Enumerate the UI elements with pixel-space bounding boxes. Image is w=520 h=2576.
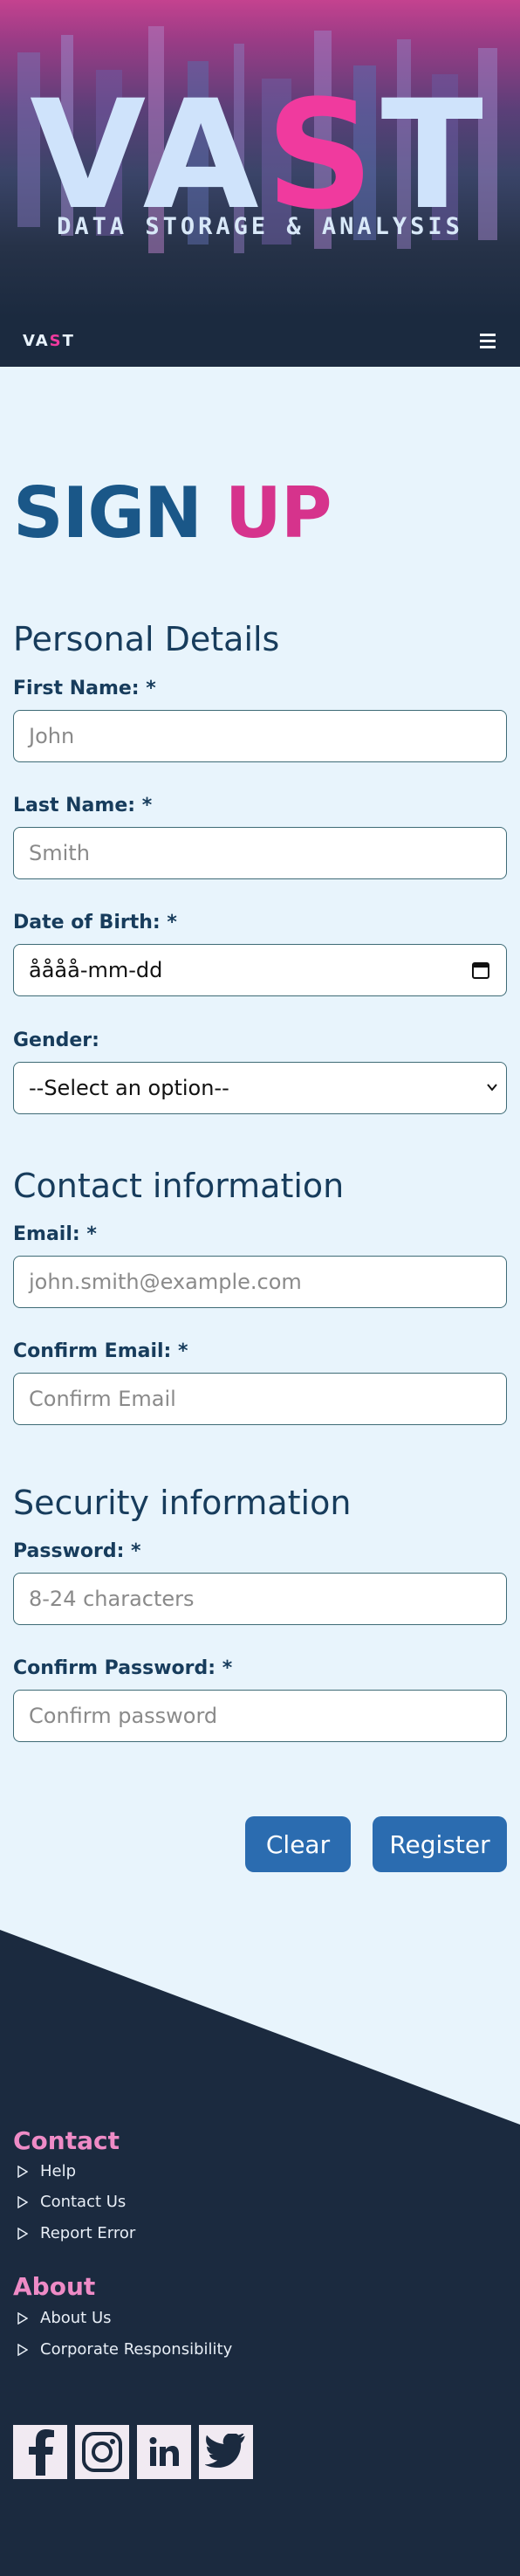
footer-contact-heading: Contact (13, 2126, 120, 2155)
footer-link-label: Report Error (40, 2224, 136, 2242)
footer-link-contact-us[interactable]: Contact Us (17, 2194, 126, 2210)
footer-link-label: Corporate Responsibility (40, 2340, 233, 2359)
gender-selected-option: --Select an option-- (29, 1076, 229, 1100)
password-input[interactable]: 8-24 characters (13, 1573, 507, 1625)
footer-link-about-us[interactable]: About Us (17, 2311, 112, 2326)
last-name-label: Last Name: * (13, 795, 153, 816)
triangle-right-icon (17, 2166, 28, 2178)
footer-link-report-error[interactable]: Report Error (17, 2226, 135, 2242)
first-name-placeholder: John (29, 724, 75, 748)
facebook-icon[interactable] (13, 2425, 67, 2479)
footer-link-label: Contact Us (40, 2193, 127, 2211)
personal-details-heading: Personal Details (13, 620, 280, 658)
hero-logo: VAST (30, 67, 490, 243)
email-input[interactable]: john.smith@example.com (13, 1256, 507, 1308)
last-name-input[interactable]: Smith (13, 827, 507, 879)
page-title: SIGN UP (13, 472, 332, 554)
date-of-birth-input[interactable]: åååå-mm-dd (13, 944, 507, 996)
navbar: VAST (0, 317, 520, 367)
linkedin-icon[interactable] (137, 2425, 191, 2479)
contact-information-heading: Contact information (13, 1167, 345, 1205)
footer-link-corporate-responsibility[interactable]: Corporate Responsibility (17, 2342, 232, 2358)
footer-link-label: About Us (40, 2309, 112, 2327)
clear-button[interactable]: Clear (245, 1816, 351, 1872)
date-of-birth-label: Date of Birth: * (13, 912, 177, 933)
gender-select[interactable]: --Select an option-- (13, 1062, 507, 1114)
register-button[interactable]: Register (373, 1816, 507, 1872)
first-name-input[interactable]: John (13, 710, 507, 762)
footer-background (0, 1930, 520, 2576)
calendar-icon[interactable] (471, 961, 490, 980)
confirm-password-input[interactable]: Confirm password (13, 1690, 507, 1742)
last-name-placeholder: Smith (29, 841, 90, 865)
email-placeholder: john.smith@example.com (29, 1270, 302, 1294)
instagram-icon[interactable] (75, 2425, 129, 2479)
footer-link-label: Help (40, 2162, 77, 2180)
confirm-email-input[interactable]: Confirm Email (13, 1373, 507, 1425)
nav-logo[interactable]: VAST (23, 332, 75, 350)
gender-label: Gender: (13, 1030, 99, 1051)
confirm-email-label: Confirm Email: * (13, 1340, 188, 1362)
date-of-birth-value: åååå-mm-dd (29, 958, 163, 982)
triangle-right-icon (17, 2228, 28, 2240)
footer-link-help[interactable]: Help (17, 2164, 76, 2180)
security-information-heading: Security information (13, 1484, 352, 1522)
email-label: Email: * (13, 1223, 97, 1245)
twitter-icon[interactable] (199, 2425, 253, 2479)
hero-subtitle: DATA STORAGE & ANALYSIS (57, 213, 463, 240)
first-name-label: First Name: * (13, 678, 156, 699)
triangle-right-icon (17, 2196, 28, 2208)
hamburger-menu-icon[interactable] (480, 330, 497, 351)
triangle-right-icon (17, 2344, 28, 2356)
confirm-password-label: Confirm Password: * (13, 1657, 233, 1679)
confirm-password-placeholder: Confirm password (29, 1704, 218, 1728)
password-label: Password: * (13, 1540, 141, 1562)
confirm-email-placeholder: Confirm Email (29, 1387, 176, 1411)
chevron-down-icon (487, 1084, 497, 1092)
triangle-right-icon (17, 2312, 28, 2325)
password-placeholder: 8-24 characters (29, 1587, 195, 1611)
hero-banner: VAST DATA STORAGE & ANALYSIS (0, 0, 520, 317)
footer-about-heading: About (13, 2272, 96, 2301)
